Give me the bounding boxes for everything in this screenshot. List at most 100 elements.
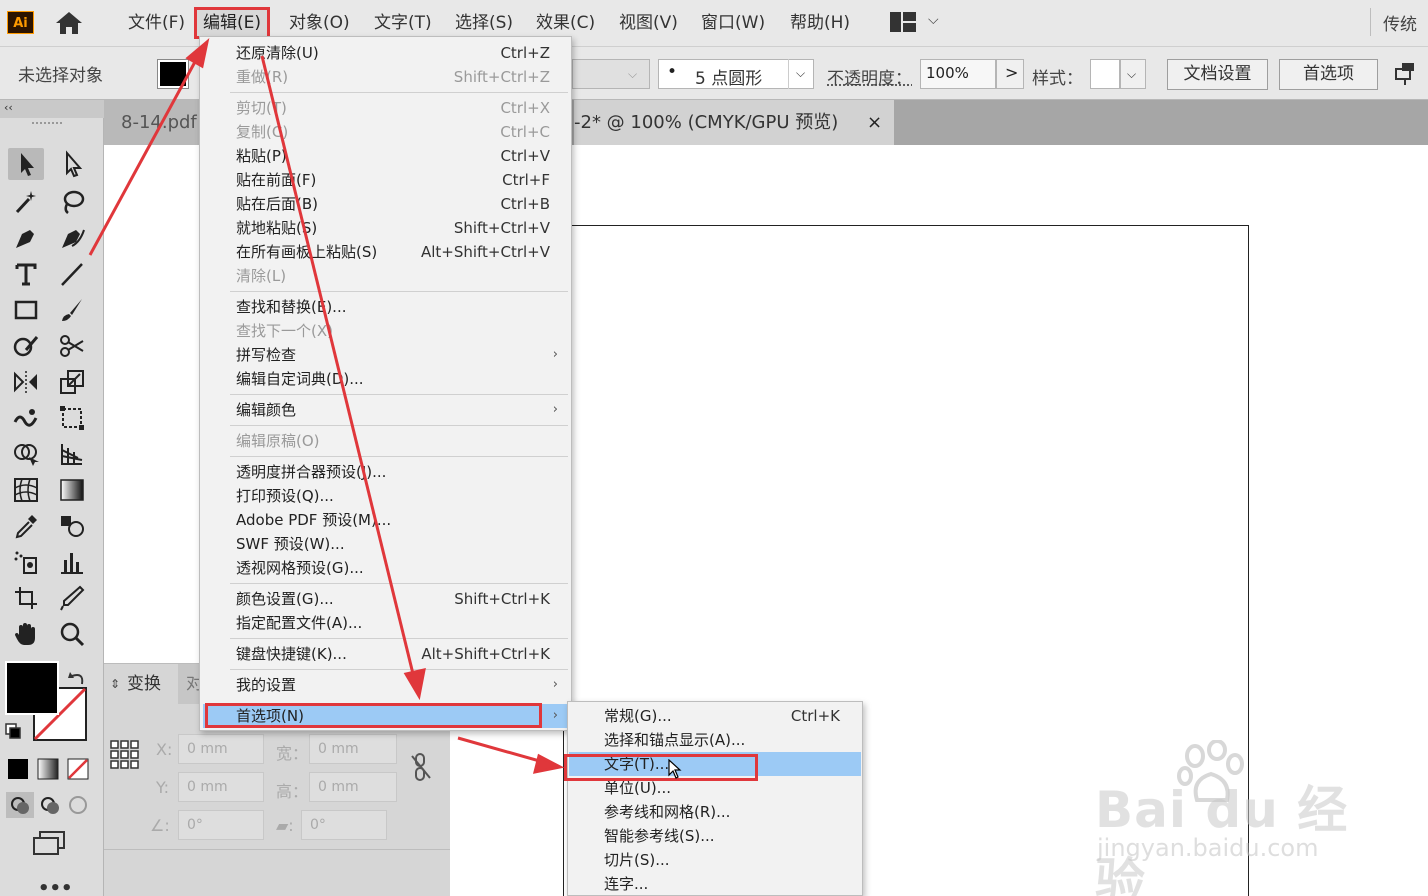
rotate-field[interactable]: 0° [178,810,264,840]
pref-item-guides-grid[interactable]: 参考线和网格(R)... [604,800,854,824]
menu-object[interactable]: 对象(O) [289,10,350,36]
menu-item-edit-colors[interactable]: 编辑颜色 › [236,398,566,422]
free-transform-tool[interactable] [54,402,90,434]
rectangle-tool[interactable] [8,294,44,326]
constrain-proportions-icon[interactable] [410,752,434,782]
pref-item-general[interactable]: 常规(G)... Ctrl+K [604,704,854,728]
mesh-tool[interactable] [8,474,44,506]
menu-item-edit-dictionary[interactable]: 编辑自定词典(D)... [236,367,566,391]
close-icon[interactable]: × [867,100,887,145]
y-field[interactable]: 0 mm [178,772,264,802]
shear-field[interactable]: 0° [301,810,387,840]
reflect-tool[interactable] [8,366,44,398]
menu-item-color-settings[interactable]: 颜色设置(G)... Shift+Ctrl+K [236,587,566,611]
zoom-tool[interactable] [54,618,90,650]
fill-color-swatch[interactable] [157,59,189,89]
blend-tool[interactable] [54,510,90,542]
chevron-down-icon[interactable]: ⌵ [928,12,939,28]
direct-selection-tool[interactable] [54,148,90,180]
menu-item-pdf-presets[interactable]: Adobe PDF 预设(M)... [236,508,566,532]
warp-tool[interactable] [8,402,44,434]
menu-edit[interactable]: 编辑(E) [194,7,271,39]
arrange-documents-icon[interactable] [1392,61,1418,87]
menu-item-perspective-presets[interactable]: 透视网格预设(G)... [236,556,566,580]
hand-tool[interactable] [8,618,44,650]
document-setup-button[interactable]: 文档设置 [1167,59,1268,90]
type-tool[interactable] [8,258,44,290]
menu-item-paste-in-back[interactable]: 贴在后面(B) Ctrl+B [236,192,566,216]
pref-item-selection-anchor[interactable]: 选择和锚点显示(A)... [604,728,854,752]
menu-item-swf-presets[interactable]: SWF 预设(W)... [236,532,566,556]
shape-builder-tool[interactable] [8,438,44,470]
slice-tool[interactable] [54,582,90,614]
drawing-mode-buttons[interactable] [6,792,96,818]
fill-stroke-swatches[interactable] [4,660,94,750]
menu-window[interactable]: 窗口(W) [701,10,765,36]
menu-item-flattener-presets[interactable]: 透明度拼合器预设(J)... [236,460,566,484]
magic-wand-tool[interactable] [8,186,44,218]
shaper-tool[interactable] [8,330,44,362]
height-field[interactable]: 0 mm [309,772,397,802]
gradient-tool[interactable] [54,474,90,506]
menu-item-paste-all-artboards[interactable]: 在所有画板上粘贴(S) Alt+Shift+Ctrl+V [236,240,566,264]
screen-mode-icon[interactable] [32,830,68,858]
pref-item-slices[interactable]: 切片(S)... [604,848,854,872]
width-field[interactable]: 0 mm [309,734,397,764]
menu-item-paste-in-place[interactable]: 就地粘贴(S) Shift+Ctrl+V [236,216,566,240]
opacity-expand-button[interactable]: > [996,59,1024,89]
scissors-tool[interactable] [54,330,90,362]
pref-item-smart-guides[interactable]: 智能参考线(S)... [604,824,854,848]
more-tools-icon[interactable]: ••• [38,878,73,896]
graphic-style-dropdown[interactable]: ⌵ [1120,59,1146,89]
menu-item-find-replace[interactable]: 查找和替换(E)... [236,295,566,319]
menu-file[interactable]: 文件(F) [128,10,185,36]
curvature-tool[interactable] [54,222,90,254]
menu-item-paste-in-front[interactable]: 贴在前面(F) Ctrl+F [236,168,566,192]
menu-help[interactable]: 帮助(H) [790,10,850,36]
chevron-down-icon[interactable]: ⌵ [628,67,637,82]
workspace-switcher[interactable]: 传统 [1383,10,1417,35]
pref-item-hyphenation[interactable]: 连字... [604,872,854,896]
scale-tool[interactable] [54,366,90,398]
graphic-style-swatch[interactable] [1090,59,1120,89]
pen-tool[interactable] [8,222,44,254]
menu-item-my-settings[interactable]: 我的设置 › [236,673,566,697]
opacity-label[interactable]: 不透明度： [827,64,912,89]
rectangle-icon [14,300,38,320]
menu-item-spelling[interactable]: 拼写检查 › [236,343,566,367]
grip-handle[interactable] [32,122,62,126]
menu-item-print-presets[interactable]: 打印预设(Q)... [236,484,566,508]
perspective-grid-tool[interactable] [54,438,90,470]
lasso-tool[interactable] [54,186,90,218]
column-graph-tool[interactable] [54,546,90,578]
menu-select[interactable]: 选择(S) [455,10,513,36]
opacity-input[interactable]: 100% [920,59,996,89]
menu-item-assign-profile[interactable]: 指定配置文件(A)... [236,611,566,635]
brush-dropdown-toggle[interactable]: ⌵ [788,59,814,89]
reference-point-icon[interactable] [110,740,140,770]
workspace-layout-icon[interactable] [890,12,916,32]
paintbrush-tool[interactable] [54,294,90,326]
menu-item-keyboard-shortcuts[interactable]: 键盘快捷键(K)... Alt+Shift+Ctrl+K [236,642,566,666]
eyedropper-tool[interactable] [8,510,44,542]
color-mode-buttons[interactable] [6,757,96,781]
artboard-tool[interactable] [8,582,44,614]
line-tool[interactable] [54,258,90,290]
x-field[interactable]: 0 mm [178,734,264,764]
menu-item-undo[interactable]: 还原清除(U) Ctrl+Z [236,41,566,65]
selection-tool[interactable] [8,148,44,180]
width-label: 宽： [276,744,309,763]
menu-effect[interactable]: 效果(C) [536,10,595,36]
preferences-button[interactable]: 首选项 [1279,59,1378,90]
collapse-icon[interactable]: ‹‹ [4,101,13,114]
menu-item-paste[interactable]: 粘贴(P) Ctrl+V [236,144,566,168]
menu-type[interactable]: 文字(T) [374,10,432,36]
menu-view[interactable]: 视图(V) [619,10,678,36]
panel-collapse-icon[interactable]: ⇕ [110,664,120,704]
symbol-sprayer-tool[interactable] [8,546,44,578]
tab-document-1[interactable]: 8-14.pdf [104,100,204,145]
scale-icon [60,370,84,394]
stroke-weight-field[interactable] [572,59,650,89]
tab-document-2[interactable]: -2* @ 100% (CMYK/GPU 预览) [574,100,894,145]
home-icon[interactable] [54,10,84,36]
